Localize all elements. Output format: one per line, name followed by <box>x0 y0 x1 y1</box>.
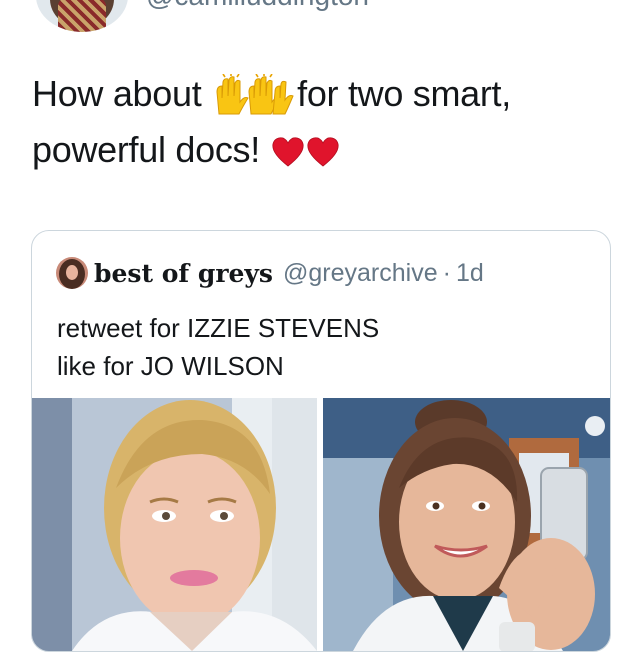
separator-dot: · <box>442 258 451 287</box>
quoted-tweet-header: best of greys @greyarchive · 1d <box>56 257 484 289</box>
quoted-tweet-time[interactable]: 1d <box>456 259 484 288</box>
tweet-text-before: How about <box>32 73 212 114</box>
jo-wilson-photo[interactable] <box>323 398 610 651</box>
author-handle[interactable]: @camilluddington <box>146 0 369 12</box>
quoted-author-handle: @greyarchive <box>283 258 438 287</box>
quoted-line: like for JO WILSON <box>57 351 284 381</box>
izzie-photo-illustration <box>32 398 317 651</box>
quoted-author-name[interactable]: best of greys <box>94 259 273 288</box>
jo-photo-illustration <box>323 398 610 651</box>
quoted-line: retweet for IZZIE STEVENS <box>57 313 380 343</box>
quoted-tweet-text: retweet for IZZIE STEVENS like for JO WI… <box>57 309 379 385</box>
raising-hands-icon <box>216 74 294 115</box>
heart-icon <box>272 137 304 167</box>
heart-icon <box>307 137 339 167</box>
quoted-tweet-card[interactable]: best of greys @greyarchive · 1d retweet … <box>31 230 611 652</box>
tweet-text: How about for two smart, powerful docs! <box>32 66 612 178</box>
izzie-stevens-photo[interactable] <box>32 398 317 651</box>
quoted-author-avatar[interactable] <box>56 257 88 289</box>
author-avatar[interactable] <box>36 0 128 32</box>
